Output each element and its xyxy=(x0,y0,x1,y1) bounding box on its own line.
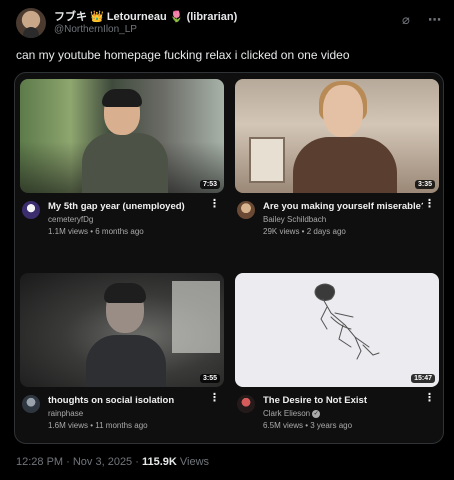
video-card[interactable]: 7:53 My 5th gap year (unemployed) cemete… xyxy=(20,79,224,259)
video-title[interactable]: Are you making yourself miserable? xyxy=(263,201,423,212)
video-meta: 1.6M views • 11 months ago xyxy=(48,421,148,430)
channel-avatar[interactable] xyxy=(22,201,40,219)
display-name[interactable]: フブキ xyxy=(54,11,87,23)
video-thumbnail[interactable]: 3:35 xyxy=(235,79,439,193)
views-count[interactable]: 115.9K xyxy=(142,456,177,468)
kebab-menu-icon[interactable]: ⋮ xyxy=(209,393,220,404)
more-icon[interactable]: ⋯ xyxy=(428,12,442,28)
video-thumbnail[interactable]: 7:53 xyxy=(20,79,224,193)
video-card[interactable]: 3:55 thoughts on social isolation rainph… xyxy=(20,273,224,443)
author-handle[interactable]: @NorthernIlon_LP xyxy=(54,24,137,35)
verified-check-icon: ✓ xyxy=(312,409,321,418)
author-tag[interactable]: (librarian) xyxy=(187,11,238,23)
tweet-timestamp[interactable]: 12:28 PM · Nov 3, 2025 · xyxy=(16,456,142,468)
video-card[interactable]: 15:47 The Desire to Not Exist Clark Elie… xyxy=(235,273,439,443)
thumbnail-person xyxy=(86,283,166,387)
author-name[interactable]: フブキ 👑 Letourneau 🌷 (librarian) xyxy=(54,8,237,24)
video-thumbnail[interactable]: 3:55 xyxy=(20,273,224,387)
channel-avatar[interactable] xyxy=(237,201,255,219)
video-meta: 6.5M views • 3 years ago xyxy=(263,421,353,430)
video-title[interactable]: thoughts on social isolation xyxy=(48,395,208,406)
channel-avatar[interactable] xyxy=(237,395,255,413)
video-thumbnail[interactable]: 15:47 xyxy=(235,273,439,387)
video-duration: 15:47 xyxy=(411,374,435,383)
video-duration: 3:35 xyxy=(414,180,435,189)
name-suffix[interactable]: Letourneau xyxy=(107,11,167,23)
kebab-menu-icon[interactable]: ⋮ xyxy=(424,199,435,210)
video-title[interactable]: The Desire to Not Exist xyxy=(263,395,423,406)
channel-name[interactable]: Clark Elieson xyxy=(263,409,310,418)
tweet-footer: 12:28 PM · Nov 3, 2025 · 115.9K Views xyxy=(16,456,209,468)
thumbnail-person xyxy=(289,81,399,193)
channel-name-row[interactable]: Clark Elieson ✓ xyxy=(263,409,321,418)
crown-emoji-icon: 👑 xyxy=(90,11,104,23)
video-meta: 1.1M views • 6 months ago xyxy=(48,227,144,236)
video-title[interactable]: My 5th gap year (unemployed) xyxy=(48,201,208,212)
thumbnail-person xyxy=(76,89,172,193)
tweet-media-screenshot[interactable]: 7:53 My 5th gap year (unemployed) cemete… xyxy=(14,72,444,444)
channel-name[interactable]: Bailey Schildbach xyxy=(263,215,326,224)
tweet-text: can my youtube homepage fucking relax i … xyxy=(16,48,350,62)
video-meta: 29K views • 2 days ago xyxy=(263,227,346,236)
tweet-header: フブキ 👑 Letourneau 🌷 (librarian) @Northern… xyxy=(16,6,442,42)
channel-name[interactable]: cemeteryfDg xyxy=(48,215,93,224)
flower-emoji-icon: 🌷 xyxy=(169,11,184,23)
video-duration: 3:55 xyxy=(199,374,220,383)
channel-avatar[interactable] xyxy=(22,395,40,413)
kebab-menu-icon[interactable]: ⋮ xyxy=(424,393,435,404)
video-card[interactable]: 3:35 Are you making yourself miserable? … xyxy=(235,79,439,259)
channel-name[interactable]: rainphase xyxy=(48,409,83,418)
kebab-menu-icon[interactable]: ⋮ xyxy=(209,199,220,210)
author-avatar[interactable] xyxy=(16,8,46,38)
views-label: Views xyxy=(176,456,210,468)
grok-icon[interactable]: ⌀ xyxy=(402,12,410,28)
thumbnail-drawing xyxy=(314,283,380,360)
video-duration: 7:53 xyxy=(199,180,220,189)
